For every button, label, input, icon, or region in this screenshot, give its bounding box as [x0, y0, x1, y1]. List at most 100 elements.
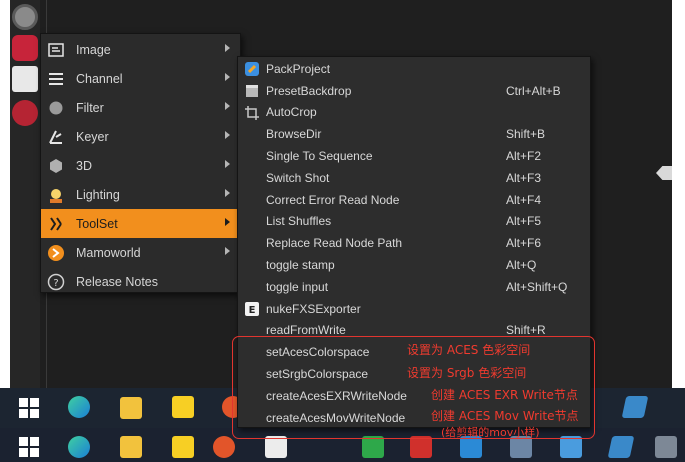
submenu-item-toggle-stamp[interactable]: toggle stamp Alt+Q	[238, 254, 590, 276]
sticky-notes-icon[interactable]	[172, 396, 194, 418]
submenu-item-label: Single To Sequence	[266, 149, 373, 164]
submenu-item-label: PresetBackdrop	[266, 83, 352, 98]
annotation-set-srgb: 设置为 Srgb 色彩空间	[407, 366, 527, 380]
menu-item-label: Image	[76, 42, 111, 57]
menu-item-release-notes[interactable]: ? Release Notes	[41, 267, 240, 296]
annotation-set-aces: 设置为 ACES 色彩空间	[407, 343, 531, 357]
backdrop-icon	[244, 83, 260, 99]
submenu-item-label: BrowseDir	[266, 127, 322, 142]
submenu-item-nukefxsexporter[interactable]: E nukeFXSExporter	[238, 298, 590, 320]
app-arrow-icon[interactable]	[560, 436, 582, 458]
file-explorer-icon[interactable]	[120, 397, 142, 419]
submenu-arrow-icon	[225, 160, 230, 168]
annotation-create-mov: 创建 ACES Mov Write节点	[431, 409, 579, 423]
menu-item-3d[interactable]: 3D	[41, 151, 240, 180]
lighting-icon	[46, 185, 66, 205]
app-blue-icon[interactable]	[607, 436, 635, 458]
menu-item-filter[interactable]: Filter	[41, 93, 240, 122]
submenu-item-toggle-input[interactable]: toggle input Alt+Shift+Q	[238, 276, 590, 298]
menu-item-label: ToolSet	[76, 216, 118, 231]
shortcut-label: Shift+B	[506, 127, 546, 142]
channel-icon	[46, 69, 66, 89]
shortcut-label: Alt+F2	[506, 149, 542, 164]
shortcut-label: Alt+F3	[506, 170, 542, 185]
menu-item-channel[interactable]: Channel	[41, 64, 240, 93]
submenu-item-replace-read-node-path[interactable]: Replace Read Node Path Alt+F6	[238, 232, 590, 254]
submenu-item-list-shuffles[interactable]: List Shuffles Alt+F5	[238, 211, 590, 233]
hand-tool-icon[interactable]	[12, 66, 38, 92]
app-blue-icon[interactable]	[621, 396, 649, 418]
svg-text:?: ?	[53, 278, 58, 289]
calculator-icon[interactable]	[655, 436, 677, 458]
menu-item-label: Filter	[76, 100, 104, 115]
app-green-icon[interactable]	[362, 436, 384, 458]
menu-item-keyer[interactable]: Keyer	[41, 122, 240, 151]
shortcut-label: Ctrl+Alt+B	[506, 83, 561, 98]
pack-icon	[244, 61, 260, 77]
filter-icon	[46, 98, 66, 118]
submenu-arrow-icon	[225, 218, 230, 226]
menu-item-label: 3D	[76, 158, 92, 173]
submenu-arrow-icon	[225, 73, 230, 81]
windows-start-icon[interactable]	[18, 397, 40, 419]
annotation-create-exr: 创建 ACES EXR Write节点	[431, 388, 578, 402]
menu-item-mamoworld[interactable]: Mamoworld	[41, 238, 240, 267]
exporter-icon: E	[244, 301, 260, 317]
keyer-icon	[46, 127, 66, 147]
submenu-arrow-icon	[225, 102, 230, 110]
submenu-arrow-icon	[225, 44, 230, 52]
app-x-icon[interactable]	[265, 436, 287, 458]
submenu-arrow-icon	[225, 247, 230, 255]
submenu-arrow-icon	[225, 189, 230, 197]
submenu-item-label: AutoCrop	[266, 105, 317, 120]
submenu-item-label: Correct Error Read Node	[266, 192, 400, 207]
edge-browser-icon[interactable]	[68, 396, 90, 418]
submenu-item-label: List Shuffles	[266, 214, 332, 229]
submenu-item-presetbackdrop[interactable]: PresetBackdrop Ctrl+Alt+B	[238, 80, 590, 102]
shortcut-label: Alt+F6	[506, 236, 542, 251]
menu-item-label: Channel	[76, 71, 123, 86]
menu-item-toolset[interactable]: ToolSet	[41, 209, 240, 238]
sticky-notes-icon[interactable]	[172, 436, 194, 458]
menu-item-label: Lighting	[76, 187, 120, 202]
menu-item-lighting[interactable]: Lighting	[41, 180, 240, 209]
file-explorer-icon[interactable]	[120, 436, 142, 458]
submenu-item-packproject[interactable]: PackProject	[238, 58, 590, 80]
mamoworld-icon	[46, 243, 66, 263]
shortcut-label: Alt+Q	[506, 258, 537, 273]
menu-item-label: Keyer	[76, 129, 109, 144]
shortcut-label: Alt+F5	[506, 214, 542, 229]
menu-item-label: Mamoworld	[76, 245, 141, 260]
image-icon	[46, 40, 66, 60]
menu-item-label: Release Notes	[76, 274, 158, 289]
edge-browser-icon[interactable]	[68, 436, 90, 458]
submenu-item-label: PackProject	[266, 61, 331, 76]
submenu-item-label: toggle input	[266, 279, 329, 294]
svg-text:E: E	[249, 305, 256, 316]
submenu-item-switch-shot[interactable]: Switch Shot Alt+F3	[238, 167, 590, 189]
wps-icon[interactable]	[410, 436, 432, 458]
shortcut-label: Alt+Shift+Q	[506, 279, 568, 294]
3d-icon	[46, 156, 66, 176]
submenu-item-autocrop[interactable]: AutoCrop	[238, 102, 590, 124]
submenu-item-correct-error-read-node[interactable]: Correct Error Read Node Alt+F4	[238, 189, 590, 211]
red-tool-icon[interactable]	[12, 35, 38, 61]
red-gear-tool-icon[interactable]	[12, 100, 38, 126]
toolset-icon	[46, 214, 66, 234]
help-icon: ?	[46, 272, 66, 292]
app-red-icon[interactable]	[213, 436, 235, 458]
menu-item-image[interactable]: Image	[41, 35, 240, 64]
submenu-item-label: Replace Read Node Path	[266, 236, 403, 251]
shortcut-label: Alt+F4	[506, 192, 542, 207]
main-menu: Image Channel Filter Keyer 3D Lighting T…	[40, 33, 241, 293]
annotation-mov-note: (给剪辑的mov小样)	[441, 426, 540, 439]
submenu-item-label: Switch Shot	[266, 170, 330, 185]
settings-tool-icon[interactable]	[12, 4, 38, 30]
submenu-arrow-icon	[225, 131, 230, 139]
submenu-item-single-to-sequence[interactable]: Single To Sequence Alt+F2	[238, 145, 590, 167]
submenu-item-label: toggle stamp	[266, 258, 335, 273]
submenu-item-browsedir[interactable]: BrowseDir Shift+B	[238, 123, 590, 145]
submenu-item-label: nukeFXSExporter	[266, 301, 361, 316]
crop-icon	[244, 105, 260, 121]
windows-start-icon[interactable]	[18, 436, 40, 458]
